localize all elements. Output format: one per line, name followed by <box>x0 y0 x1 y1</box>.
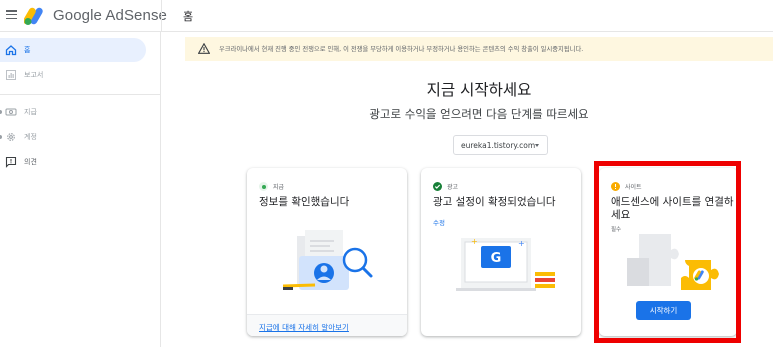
divider <box>0 94 161 95</box>
card-status-label: 지급 <box>273 184 285 191</box>
edit-ads-link[interactable]: 수정 <box>433 217 445 227</box>
check-circle-icon <box>433 182 442 191</box>
payments-learn-more-link[interactable]: 지급에 대해 자세히 알아보기 <box>259 322 349 333</box>
highlight-box <box>594 161 741 343</box>
site-select-value: eureka1.tistory.com <box>461 141 536 150</box>
svg-text:+: + <box>471 237 478 246</box>
sidebar-item-home[interactable]: 홈 <box>0 38 146 62</box>
sidebar-item-label: 계정 <box>24 133 37 141</box>
alert-text: 우크라이나에서 현재 진행 중인 전쟁으로 인해, 이 전쟁을 부당하게 이용하… <box>219 46 584 53</box>
sidebar: 홈 보고서 지급 계정 의견 <box>0 32 161 347</box>
adsense-logo-icon[interactable] <box>24 6 48 26</box>
sidebar-item-label: 의견 <box>24 158 37 166</box>
main-heading: 지금 시작하세요 <box>426 81 532 99</box>
card-payments: 지급 정보를 확인했습니다 지급에 대해 자세히 알아보기 <box>247 168 407 336</box>
sidebar-item-label: 홈 <box>24 46 31 54</box>
svg-text:+: + <box>518 239 525 248</box>
logo-text[interactable]: Google AdSense <box>53 7 167 24</box>
card-ads: 광고 광고 설정이 확정되었습니다 수정 G + + <box>421 168 581 336</box>
card-title: 광고 설정이 확정되었습니다 <box>433 196 556 208</box>
status-dot-icon <box>259 182 268 191</box>
sidebar-item-reports[interactable]: 보고서 <box>0 63 146 87</box>
sidebar-item-payments[interactable]: 지급 <box>0 100 146 124</box>
card-footer: 지급에 대해 자세히 알아보기 <box>247 314 407 336</box>
svg-text:G: G <box>491 251 502 266</box>
bullet-icon <box>0 110 2 114</box>
sidebar-item-account[interactable]: 계정 <box>0 125 146 149</box>
payments-icon <box>5 108 17 116</box>
ads-illustration-icon: G + + <box>456 237 555 291</box>
divider <box>161 0 162 32</box>
chevron-down-icon <box>535 144 539 147</box>
card-title: 정보를 확인했습니다 <box>259 196 350 208</box>
alert-banner: 우크라이나에서 현재 진행 중인 전쟁으로 인해, 이 전쟁을 부당하게 이용하… <box>185 37 773 61</box>
card-status: 지급 <box>259 182 284 191</box>
sidebar-item-label: 보고서 <box>24 71 44 79</box>
sidebar-item-label: 지급 <box>24 108 37 116</box>
main-subtitle: 광고로 수익을 얻으려면 다음 단계를 따르세요 <box>369 107 589 121</box>
menu-icon[interactable] <box>6 10 17 20</box>
feedback-icon <box>5 156 17 168</box>
gear-icon <box>7 133 15 141</box>
bullet-icon <box>0 135 2 139</box>
payments-illustration-icon <box>282 230 373 290</box>
home-icon <box>5 45 17 56</box>
page-title: 홈 <box>183 10 194 23</box>
card-status-label: 광고 <box>447 184 459 191</box>
top-app-bar: Google AdSense 홈 <box>0 0 773 32</box>
sidebar-item-feedback[interactable]: 의견 <box>0 150 146 174</box>
warning-icon <box>198 43 210 54</box>
site-select[interactable]: eureka1.tistory.com <box>453 135 548 155</box>
reports-icon <box>6 70 16 80</box>
card-status: 광고 <box>433 182 458 191</box>
